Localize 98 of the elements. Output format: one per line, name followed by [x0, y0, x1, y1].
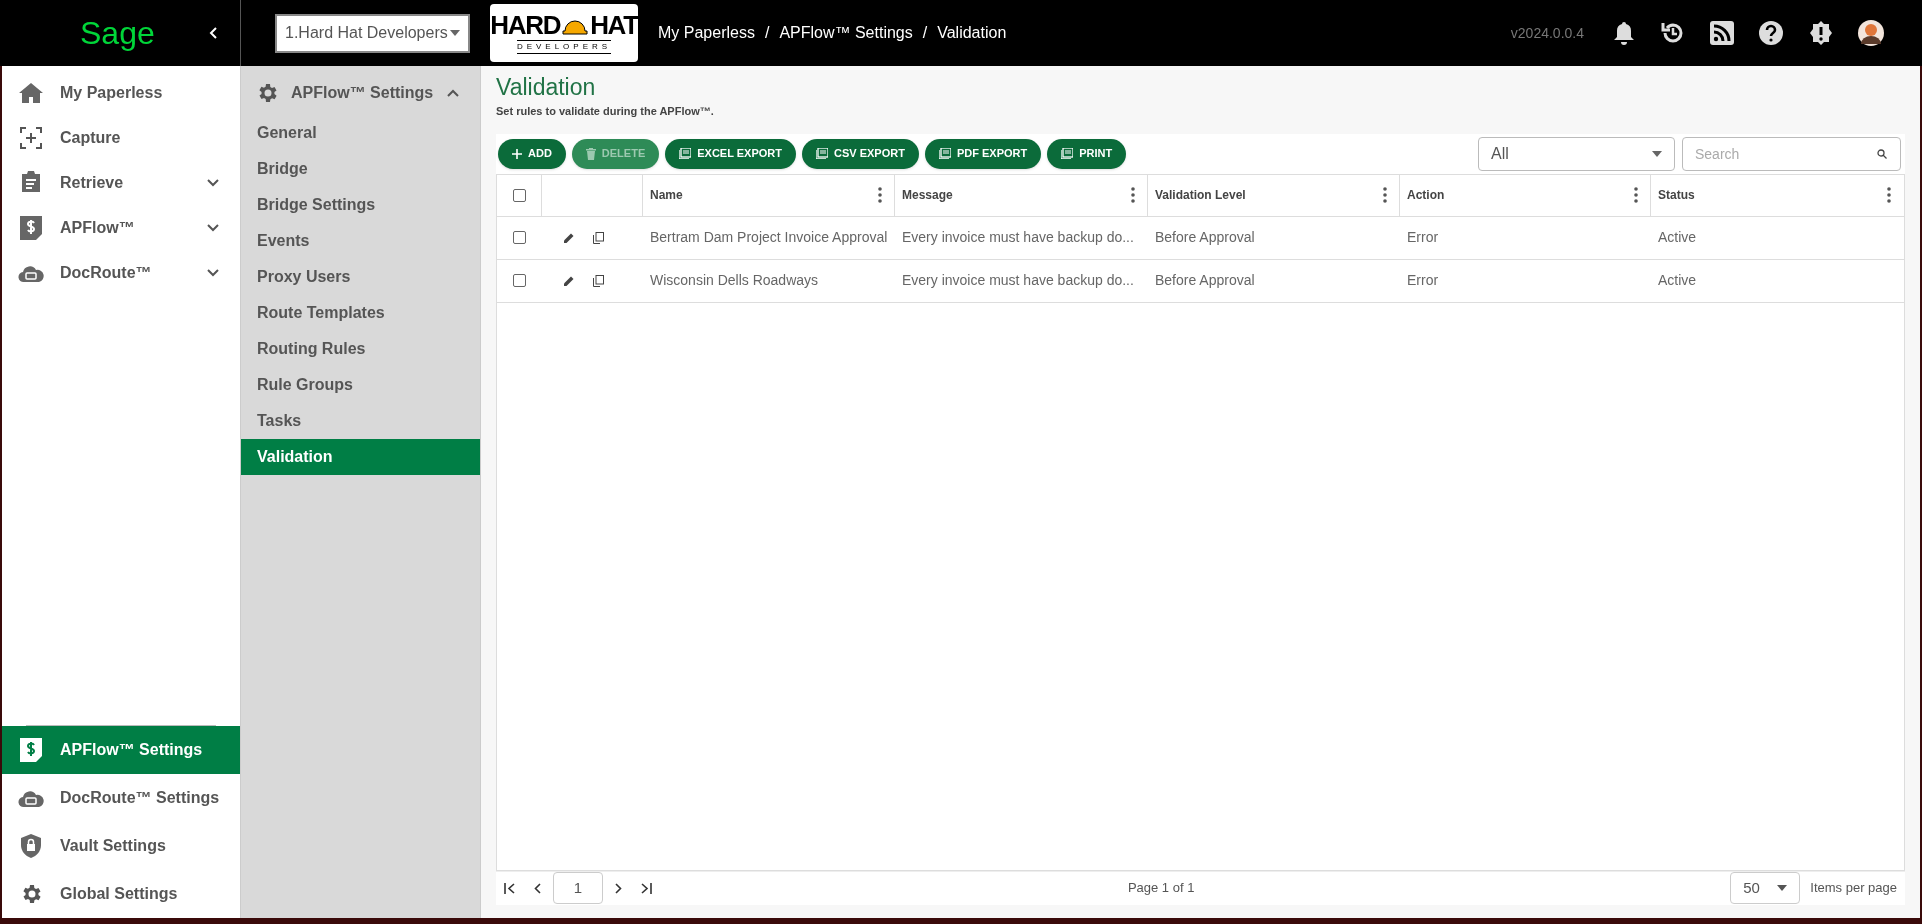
alert-badge-icon[interactable]	[1808, 20, 1834, 46]
sidebar-item[interactable]: APFlow™ Settings	[2, 726, 240, 774]
capture-icon	[19, 125, 43, 150]
company-select[interactable]: 1.Hard Hat Developers	[275, 13, 470, 53]
sidebar-item[interactable]: APFlow™	[2, 205, 240, 250]
breadcrumb-link[interactable]: My Paperless	[658, 21, 755, 45]
chevron-up-icon	[446, 87, 460, 98]
table-cell-text: Error	[1406, 228, 1440, 247]
page-size-select[interactable]: 50	[1730, 872, 1801, 904]
company-logo: HARD HAT DEVELOPERS	[490, 4, 638, 62]
column-menu-icon[interactable]	[1383, 187, 1387, 203]
table-cell-text: Every invoice must have backup do...	[901, 271, 1135, 290]
next-page-icon[interactable]	[615, 882, 622, 894]
copy-icon[interactable]	[593, 231, 604, 244]
table-cell-text: Active	[1657, 271, 1698, 290]
home-icon	[18, 81, 44, 104]
export-icon	[938, 148, 951, 159]
submenu-header[interactable]: APFlow™ Settings	[241, 70, 480, 115]
submenu-item[interactable]: Validation	[241, 439, 480, 475]
sidebar-item[interactable]: Vault Settings	[2, 822, 240, 870]
chevron-down-icon	[206, 267, 220, 278]
dollar-document-icon	[19, 214, 43, 241]
column-header[interactable]: Name	[650, 186, 683, 204]
table-cell-text: Active	[1657, 228, 1698, 247]
column-header[interactable]: Status	[1658, 186, 1695, 204]
table-cell-text: Every invoice must have backup do...	[901, 228, 1135, 247]
help-icon[interactable]	[1758, 20, 1784, 46]
page-title: Validation	[496, 76, 597, 99]
toolbar-button[interactable]: CSV EXPORT	[802, 138, 919, 169]
toolbar-button[interactable]: ADD	[498, 138, 566, 169]
submenu-item[interactable]: Bridge Settings	[241, 187, 480, 223]
submenu-item[interactable]: General	[241, 115, 480, 151]
last-page-icon[interactable]	[640, 882, 652, 894]
breadcrumb-link[interactable]: Validation	[937, 21, 1007, 45]
submenu-item[interactable]: Bridge	[241, 151, 480, 187]
breadcrumb-separator: /	[922, 23, 928, 43]
sidebar-item[interactable]: Capture	[2, 115, 240, 160]
search-field[interactable]: Search	[1682, 136, 1901, 171]
checkbox[interactable]	[512, 188, 526, 202]
page-size-label: Items per page	[1810, 879, 1897, 898]
version-label: v2024.0.0.4	[1510, 23, 1584, 43]
previous-page-icon[interactable]	[534, 882, 541, 894]
sidebar-item[interactable]: Global Settings	[2, 870, 240, 918]
table-cell-text: Wisconsin Dells Roadways	[649, 271, 820, 290]
chevron-down-icon	[206, 177, 220, 188]
edit-icon[interactable]	[564, 232, 575, 243]
trash-icon	[585, 147, 596, 160]
collapse-icon[interactable]	[208, 26, 218, 40]
checkbox[interactable]	[513, 274, 526, 287]
edit-icon[interactable]	[564, 275, 575, 286]
toolbar-button[interactable]: PRINT	[1047, 138, 1127, 169]
table-cell-text: Before Approval	[1154, 271, 1256, 290]
bell-icon[interactable]	[1612, 20, 1636, 46]
column-header[interactable]: Validation Level	[1155, 186, 1246, 204]
submenu-item[interactable]: Tasks	[241, 403, 480, 439]
dropdown-caret-icon	[1652, 150, 1662, 157]
page-subtitle: Set rules to validate during the APFlow™.	[496, 104, 715, 119]
dollar-document-icon	[19, 737, 43, 763]
sidebar-item[interactable]: DocRoute™	[2, 250, 240, 295]
sage-logo: Sage	[80, 17, 155, 49]
page-input[interactable]: 1	[553, 872, 603, 904]
plus-icon	[512, 148, 522, 159]
submenu-item[interactable]: Proxy Users	[241, 259, 480, 295]
submenu-item[interactable]: Route Templates	[241, 295, 480, 331]
toolbar-button[interactable]: PDF EXPORT	[924, 138, 1042, 169]
filter-select[interactable]: All	[1478, 136, 1675, 171]
column-header[interactable]: Action	[1407, 186, 1445, 204]
breadcrumb-link[interactable]: APFlow™ Settings	[779, 21, 913, 45]
column-menu-icon[interactable]	[1131, 187, 1135, 203]
toolbar-button[interactable]: EXCEL EXPORT	[665, 138, 796, 169]
avatar-icon[interactable]	[1858, 20, 1884, 46]
rss-feed-icon[interactable]	[1710, 21, 1734, 45]
dropdown-caret-icon	[1777, 885, 1788, 891]
search-icon[interactable]	[1877, 148, 1887, 159]
column-header[interactable]: Message	[902, 186, 953, 204]
export-icon	[679, 148, 692, 159]
sidebar-item[interactable]: DocRoute™ Settings	[2, 774, 240, 822]
export-icon	[816, 148, 828, 159]
copy-icon[interactable]	[593, 274, 604, 287]
column-menu-icon[interactable]	[1887, 187, 1891, 203]
page-info: Page 1 of 1	[1127, 879, 1195, 898]
column-menu-icon[interactable]	[1634, 187, 1638, 203]
lock-shield-icon	[19, 833, 43, 859]
dropdown-caret-icon	[450, 30, 460, 36]
checkbox[interactable]	[513, 231, 526, 244]
column-menu-icon[interactable]	[878, 187, 882, 203]
table-cell-text: Error	[1406, 271, 1440, 290]
submenu-item[interactable]: Events	[241, 223, 480, 259]
submenu-item[interactable]: Rule Groups	[241, 367, 480, 403]
table-cell-text: Before Approval	[1154, 228, 1256, 247]
sidebar-item[interactable]: Retrieve	[2, 160, 240, 205]
breadcrumb-separator: /	[764, 23, 770, 43]
sidebar-item[interactable]: My Paperless	[2, 70, 240, 115]
export-icon	[1061, 148, 1074, 159]
table-cell-text: Bertram Dam Project Invoice Approval	[649, 228, 889, 247]
first-page-icon[interactable]	[504, 882, 516, 894]
chevron-down-icon	[206, 222, 220, 233]
submenu-item[interactable]: Routing Rules	[241, 331, 480, 367]
